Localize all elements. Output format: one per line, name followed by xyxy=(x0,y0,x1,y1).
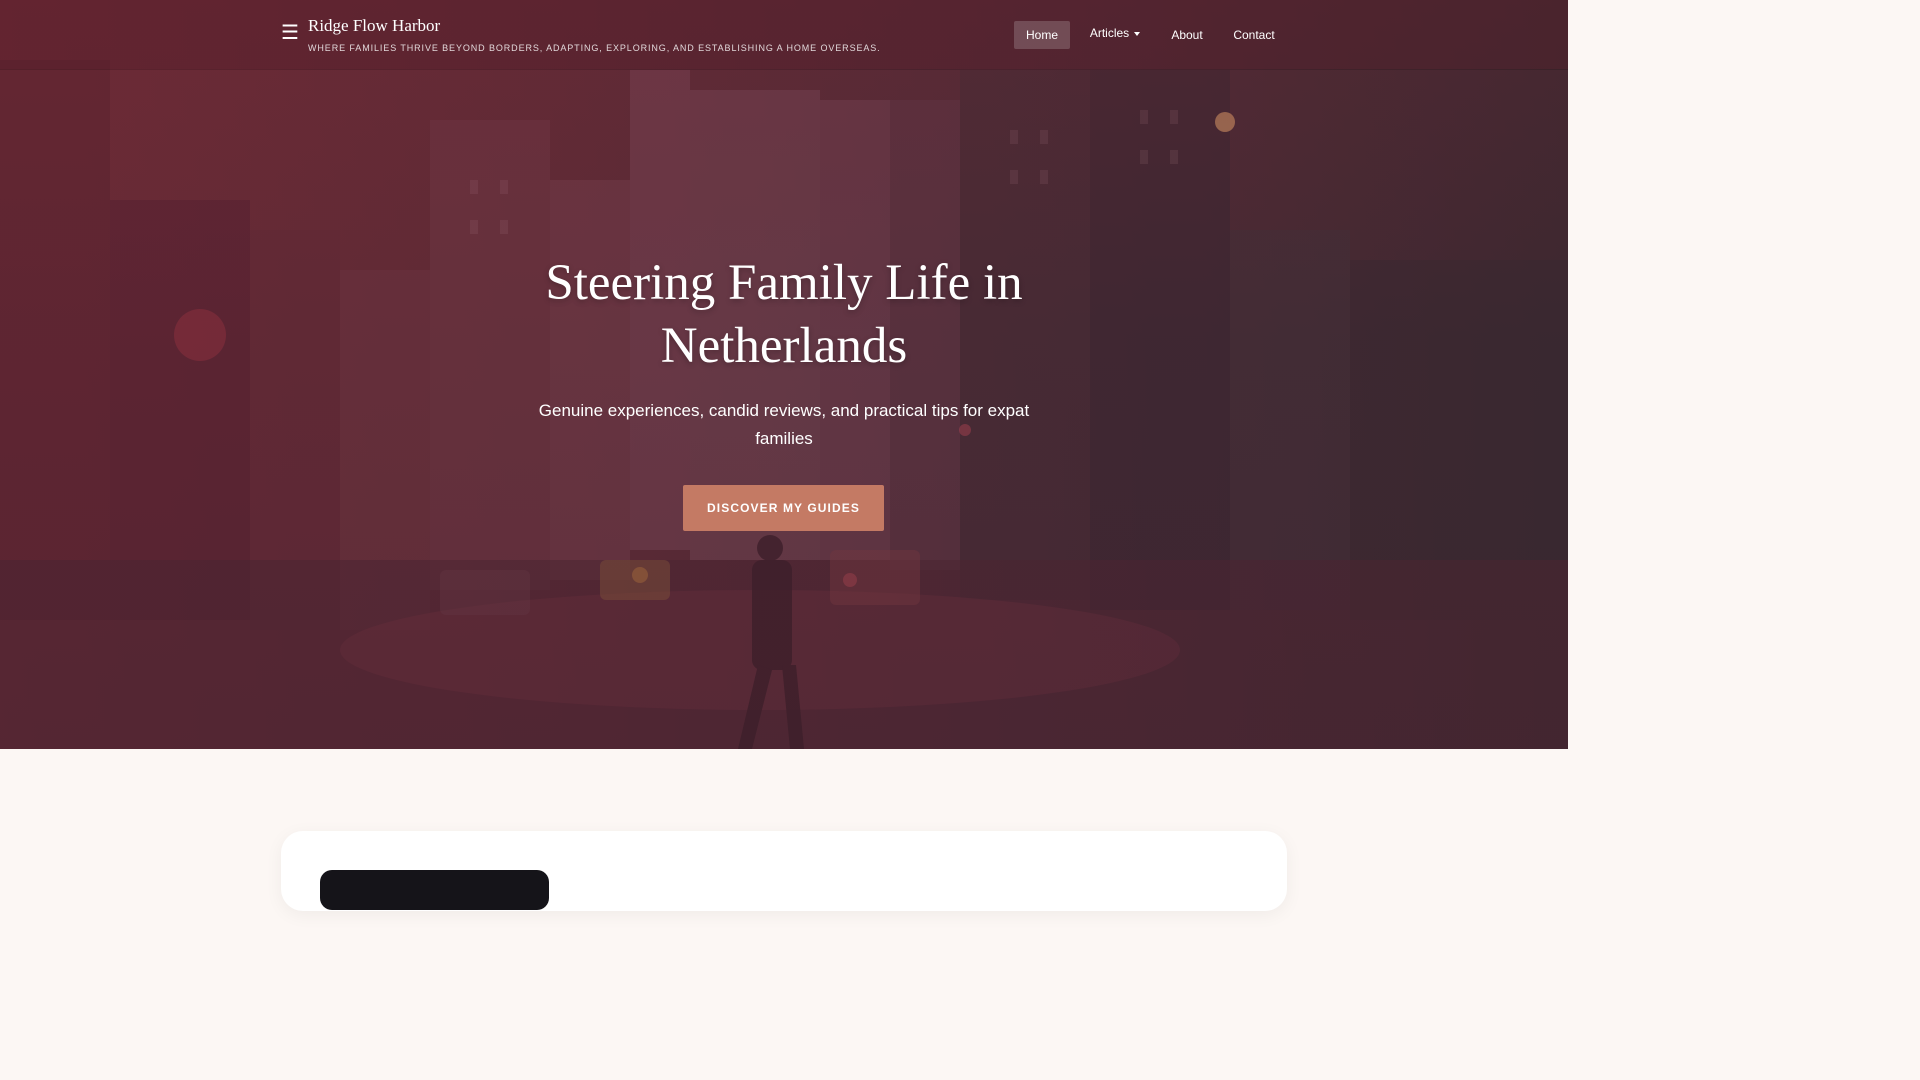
nav-item-articles-label: Articles xyxy=(1089,26,1130,40)
caret-down-icon xyxy=(1134,31,1141,36)
nav-item-home[interactable]: Home xyxy=(1014,21,1070,49)
nav-item-contact-label: Contact xyxy=(1233,28,1275,42)
top-navbar: ☰ Ridge Flow Harbor WHERE FAMILIES THRIV… xyxy=(0,0,1568,69)
site-title[interactable]: Ridge Flow Harbor xyxy=(308,16,440,36)
nav-item-home-label: Home xyxy=(1025,28,1058,42)
site-tagline: WHERE FAMILIES THRIVE BEYOND BORDERS, AD… xyxy=(308,43,881,53)
discover-guides-button[interactable]: DISCOVER MY GUIDES xyxy=(683,485,884,531)
nav-item-contact[interactable]: Contact xyxy=(1225,21,1283,49)
nav-item-about[interactable]: About xyxy=(1161,21,1213,49)
nav-item-articles-dropdown[interactable]: Articles xyxy=(1082,19,1148,47)
hero-title: Steering Family Life in Netherlands xyxy=(545,255,1023,374)
hamburger-menu-icon[interactable]: ☰ xyxy=(281,23,299,43)
card-media-block xyxy=(320,870,549,910)
nav-item-about-label: About xyxy=(1171,28,1203,42)
hero-subtitle: Genuine experiences, candid reviews, and… xyxy=(538,401,1030,448)
hero-section: Steering Family Life in Netherlands Genu… xyxy=(0,0,1568,749)
